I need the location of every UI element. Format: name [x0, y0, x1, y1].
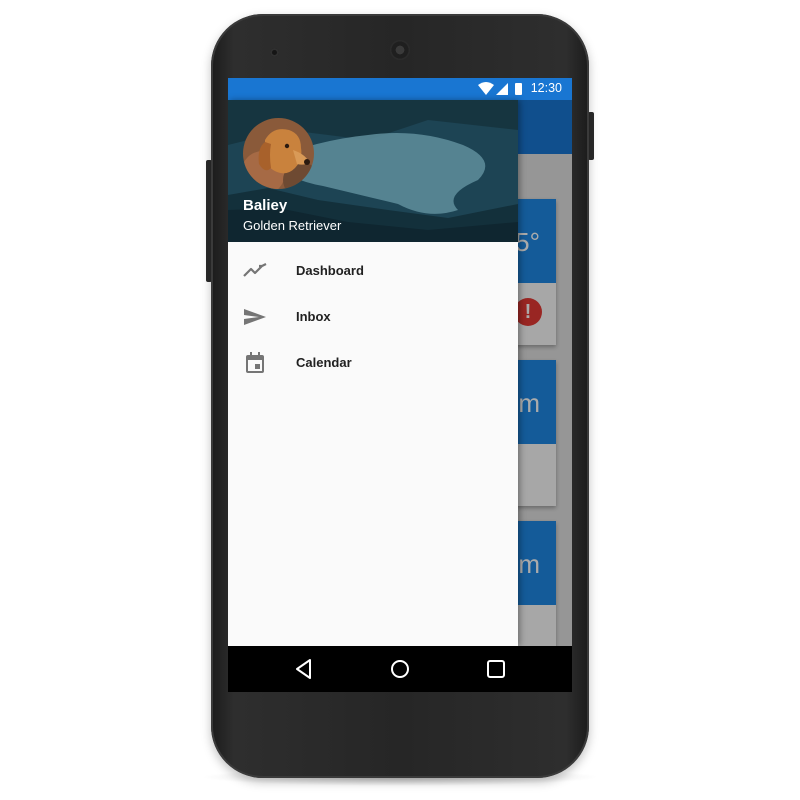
front-camera: [270, 48, 279, 57]
user-name: Baliey: [243, 197, 288, 214]
drawer-item-calendar[interactable]: Calendar: [228, 340, 518, 386]
recents-icon[interactable]: [484, 657, 508, 681]
drawer-item-inbox[interactable]: Inbox: [228, 294, 518, 340]
send-icon: [244, 309, 266, 325]
drawer-item-label: Inbox: [296, 309, 331, 324]
status-bar: 12:30: [228, 78, 572, 100]
drawer-item-label: Dashboard: [296, 263, 364, 278]
drawer-item-dashboard[interactable]: Dashboard: [228, 248, 518, 294]
profile-avatar[interactable]: [243, 118, 314, 189]
system-nav-bar: [228, 646, 572, 692]
battery-icon: [515, 83, 522, 95]
status-time: 12:30: [530, 81, 562, 95]
wifi-icon: [478, 82, 494, 95]
navigation-drawer: Baliey Golden Retriever Dashboard Inbox: [228, 100, 518, 646]
home-icon[interactable]: [388, 657, 412, 681]
earpiece-speaker: [390, 40, 410, 60]
signal-icon: [496, 83, 508, 95]
calendar-icon: [246, 352, 264, 373]
phone-screen: 12:30 5° ! m m Baliey Golden Retriever D…: [228, 78, 572, 692]
back-icon[interactable]: [292, 657, 316, 681]
trending-line-icon: [243, 263, 267, 277]
drawer-menu: Dashboard Inbox Calendar: [228, 248, 518, 386]
user-breed: Golden Retriever: [243, 218, 342, 233]
drawer-header: Baliey Golden Retriever: [228, 100, 518, 242]
status-icons: [478, 82, 522, 95]
dog-avatar-icon: [243, 118, 314, 189]
drawer-item-label: Calendar: [296, 355, 352, 370]
